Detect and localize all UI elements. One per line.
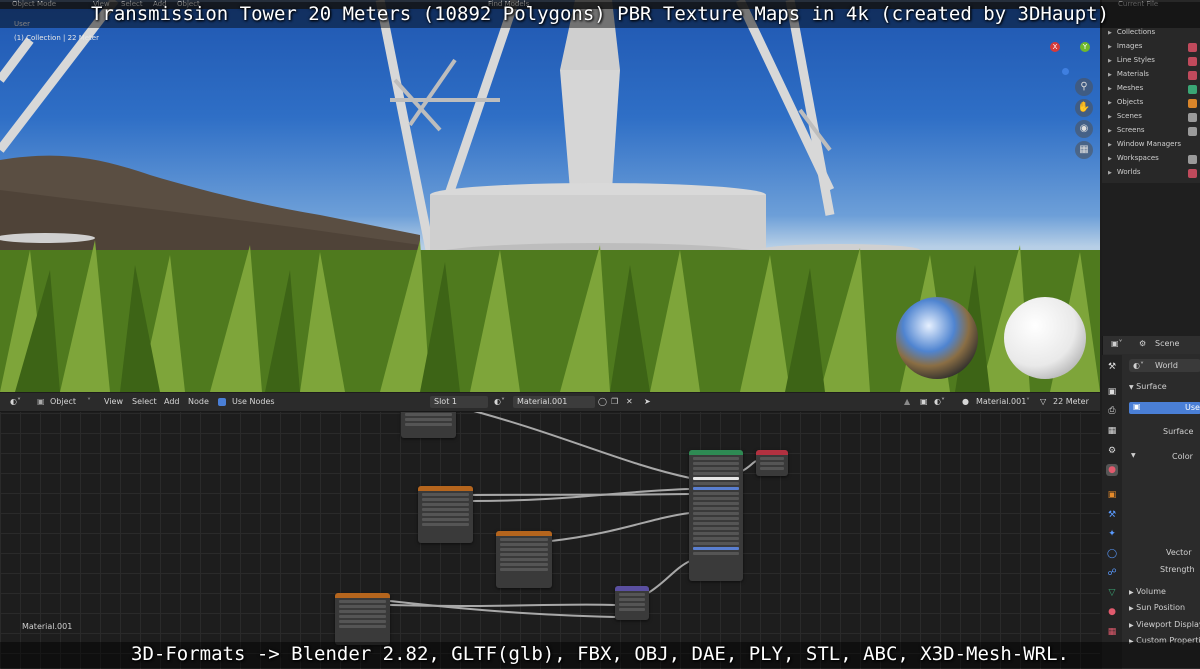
gizmo-y-axis[interactable]: Y	[1080, 42, 1090, 52]
screen-icon	[1188, 127, 1197, 136]
volume-panel-toggle[interactable]: ▶ Volume	[1129, 587, 1166, 596]
material-output-node[interactable]	[756, 450, 788, 476]
zoom-icon[interactable]: ⚲	[1075, 78, 1093, 96]
menu-node[interactable]: Node	[188, 397, 209, 406]
nodes-icon: ▣	[1133, 402, 1141, 411]
outliner-item-scenes[interactable]: ▶ Scenes	[1108, 112, 1142, 120]
gizmo-x-axis[interactable]: X	[1050, 42, 1060, 52]
mesh-icon	[1188, 85, 1197, 94]
surface-field-label: Surface	[1163, 427, 1194, 436]
strength-field-label: Strength	[1160, 565, 1195, 574]
output-tab-icon[interactable]: ⎙	[1106, 405, 1118, 417]
grid-view-icon[interactable]: ▦	[1075, 141, 1093, 159]
menu-select[interactable]: Select	[132, 397, 157, 406]
outliner-item-workspaces[interactable]: ▶ Workspaces	[1108, 154, 1159, 162]
dropdown-chevron-icon: ˅	[87, 397, 91, 406]
workspace-icon	[1188, 155, 1197, 164]
properties-empty-area	[1102, 183, 1200, 336]
outliner-item-materials[interactable]: ▶ Materials	[1108, 70, 1149, 78]
sun-position-panel-toggle[interactable]: ▶ Sun Position	[1129, 603, 1185, 612]
material-name-field[interactable]: Material.001	[513, 396, 595, 408]
pan-hand-icon[interactable]: ✋	[1075, 99, 1093, 117]
outliner-item-line-styles[interactable]: ▶ Line Styles	[1108, 56, 1155, 64]
node-tree-material-label: Material.001	[22, 622, 73, 631]
collection-info: (1) Collection | 22 Meter	[14, 34, 99, 42]
active-material-label[interactable]: Material.001	[976, 397, 1026, 406]
camera-icon[interactable]: ◉	[1075, 120, 1093, 138]
data-tab-icon[interactable]: ▽	[1106, 587, 1118, 599]
material-icon	[1188, 71, 1197, 80]
viewport-scene	[0, 0, 1100, 392]
outliner-item-screens[interactable]: ▶ Screens	[1108, 126, 1145, 134]
image-texture-node[interactable]	[335, 593, 390, 645]
backdrop-icon[interactable]: ◐˅	[934, 397, 945, 406]
object-type-icon: ▣	[37, 397, 45, 406]
material-tab-icon[interactable]: ●	[1106, 606, 1118, 618]
surface-panel-toggle[interactable]: ▼ Surface	[1129, 382, 1167, 391]
dropdown-chevron-icon: ˅	[1026, 397, 1030, 406]
material-sphere-icon: ◐˅	[494, 397, 505, 406]
world-tab-icon[interactable]: ●	[1106, 464, 1118, 476]
shader-node-editor[interactable]: Material.001	[0, 393, 1100, 669]
material-slot-icon: ●	[962, 397, 969, 406]
use-nodes-checkbox[interactable]	[218, 398, 226, 406]
scene-tab-icon[interactable]: ⚙	[1106, 445, 1118, 457]
editor-type-icon[interactable]: ▣˅	[1111, 339, 1123, 348]
outliner-item-objects[interactable]: ▶ Objects	[1108, 98, 1143, 106]
fake-user-shield-icon[interactable]: ◯	[598, 397, 607, 406]
outliner-item-meshes[interactable]: ▶ Meshes	[1108, 84, 1143, 92]
scene-icon	[1188, 113, 1197, 122]
outliner-item-collections[interactable]: ▶ Collections	[1108, 28, 1155, 36]
outliner-item-window-managers[interactable]: ▶ Window Managers	[1108, 140, 1181, 148]
color-field-label: Color	[1172, 452, 1193, 461]
gizmo-z-axis[interactable]	[1062, 68, 1069, 75]
constraints-tab-icon[interactable]: ☍	[1106, 567, 1118, 579]
snap-icon[interactable]: ▲	[904, 397, 910, 406]
principled-bsdf-node[interactable]	[689, 450, 743, 581]
unlink-material-icon[interactable]: ✕	[626, 397, 633, 406]
active-object-label: 22 Meter	[1053, 397, 1089, 406]
view-layer-tab-icon[interactable]: ▦	[1106, 425, 1118, 437]
shader-type-dropdown[interactable]: Object	[50, 397, 76, 406]
object-icon	[1188, 99, 1197, 108]
world-icon	[1188, 169, 1197, 178]
color-expand-triangle[interactable]: ▼	[1131, 452, 1136, 459]
duplicate-material-icon[interactable]: ❐	[611, 397, 618, 406]
overlay-icon[interactable]: ▣	[920, 397, 928, 406]
object-tab-icon[interactable]: ▣	[1106, 489, 1118, 501]
texture-tab-icon[interactable]: ▦	[1106, 626, 1118, 638]
3d-viewport[interactable]: Object Mode View Select Add Object Find …	[0, 0, 1100, 392]
line-style-icon	[1188, 57, 1197, 66]
world-icon: ◐˅	[1133, 361, 1144, 370]
viewport-display-panel-toggle[interactable]: ▶ Viewport Display	[1129, 620, 1200, 629]
normal-map-node[interactable]	[615, 586, 649, 620]
node-editor-header: ◐˅ ▣ Object ˅ View Select Add Node Use N…	[0, 393, 1100, 412]
bottom-caption: 3D-Formats -> Blender 2.82, GLTF(glb), F…	[131, 643, 1069, 665]
modifier-tab-icon[interactable]: ⚒	[1106, 509, 1118, 521]
pin-icon[interactable]: ➤	[644, 397, 651, 406]
slot-dropdown[interactable]: Slot 1	[430, 396, 488, 408]
render-tab-icon[interactable]: ▣	[1106, 386, 1118, 398]
top-caption: Transmission Tower 20 Meters (10892 Poly…	[90, 3, 1110, 25]
object-mesh-icon: ▽	[1040, 397, 1047, 406]
use-nodes-button-label: Use	[1185, 403, 1200, 412]
use-nodes-label: Use Nodes	[232, 397, 275, 406]
menu-view[interactable]: View	[104, 397, 123, 406]
scene-icon: ⚙	[1139, 339, 1147, 348]
tool-tab-icon[interactable]: ⚒	[1106, 361, 1118, 373]
image-icon	[1188, 43, 1197, 52]
image-texture-node[interactable]	[418, 486, 473, 543]
world-name-field[interactable]: World	[1155, 361, 1178, 370]
editor-type-icon[interactable]: ◐˅	[10, 397, 21, 406]
vector-field-label: Vector	[1166, 548, 1192, 557]
outliner-item-images[interactable]: ▶ Images	[1108, 42, 1142, 50]
properties-tab-strip: ⚒ ▣ ⎙ ▦ ⚙ ● ▣ ⚒ ✦ ◯ ☍ ▽ ● ▦	[1102, 355, 1122, 669]
scene-name-label: Scene	[1155, 339, 1180, 348]
outliner-item-worlds[interactable]: ▶ Worlds	[1108, 168, 1141, 176]
physics-tab-icon[interactable]: ◯	[1106, 548, 1118, 560]
particles-tab-icon[interactable]: ✦	[1106, 528, 1118, 540]
image-texture-node[interactable]	[496, 531, 552, 588]
menu-add[interactable]: Add	[164, 397, 180, 406]
